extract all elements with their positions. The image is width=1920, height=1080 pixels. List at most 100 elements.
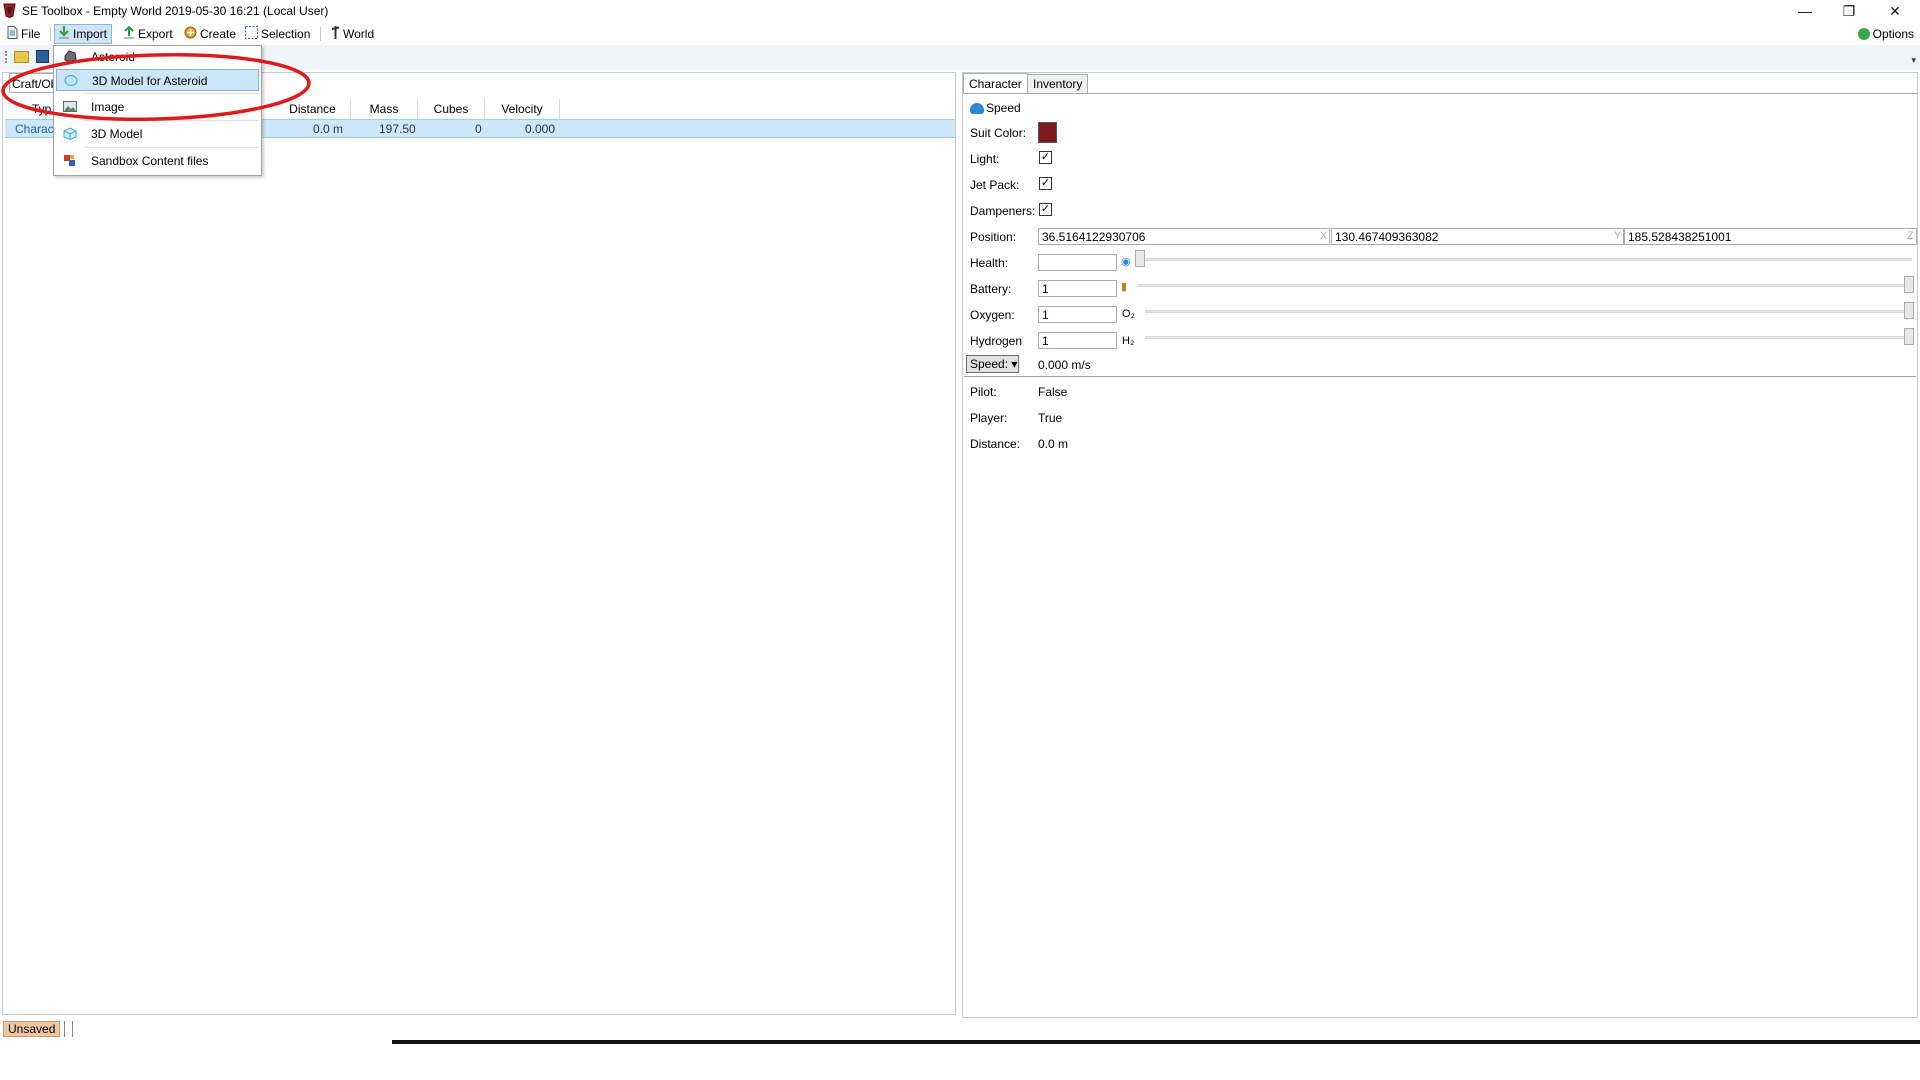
position-z-field[interactable]: 185.528438251001	[1624, 228, 1917, 245]
selection-icon	[245, 26, 258, 42]
status-bar: Unsaved	[0, 1018, 1920, 1040]
options-button[interactable]: Options	[1857, 25, 1914, 43]
status-separator	[72, 1021, 73, 1037]
divider	[964, 376, 1916, 377]
toolbar-overflow-icon[interactable]: ▾	[1911, 55, 1916, 66]
menu-separator	[84, 147, 259, 148]
menu-file-label: File	[21, 27, 41, 41]
hydrogen-slider-thumb[interactable]	[1904, 328, 1914, 345]
dampeners-label: Dampeners:	[970, 204, 1036, 218]
player-label: Player:	[970, 411, 1008, 425]
player-value: True	[1038, 411, 1063, 425]
speed-header: Speed	[970, 101, 1021, 115]
sandbox-icon	[64, 155, 75, 166]
suit-color-swatch[interactable]	[1038, 122, 1057, 143]
app-logo-icon	[3, 3, 16, 18]
cell-velocity: 0.000	[525, 122, 556, 136]
cube-icon	[63, 127, 77, 140]
create-icon	[184, 26, 197, 42]
unsaved-status-badge: Unsaved	[3, 1021, 61, 1037]
menu-world[interactable]: World	[328, 24, 378, 44]
column-header-velocity[interactable]: Velocity	[485, 99, 560, 119]
menu-selection-label: Selection	[261, 27, 311, 41]
battery-slider-track[interactable]	[1138, 284, 1913, 287]
cell-mass: 197.50	[379, 122, 416, 136]
hydrogen-unit: H₂	[1122, 335, 1135, 347]
health-label: Health:	[970, 256, 1009, 270]
window-title: SE Toolbox - Empty World 2019-05-30 16:2…	[22, 4, 329, 18]
light-label: Light:	[970, 152, 1000, 166]
column-header-mass[interactable]: Mass	[351, 99, 418, 119]
minimize-button[interactable]: —	[1782, 0, 1828, 22]
health-icon: ◉	[1121, 256, 1131, 268]
object-list-panel: Craft/Ob Typ Distance Mass Cubes Velocit…	[2, 72, 956, 1015]
menu-item-3d-model[interactable]: 3D Model	[56, 123, 259, 145]
jetpack-label: Jet Pack:	[970, 178, 1020, 192]
position-z-tag: Z	[1907, 230, 1914, 242]
file-icon	[7, 26, 18, 42]
position-x-field[interactable]: 36.5164122930706	[1038, 228, 1330, 245]
menu-create-label: Create	[200, 27, 237, 41]
properties-panel	[962, 72, 1918, 1018]
menu-export-label: Export	[138, 27, 173, 41]
red-highlight-annotation	[1, 53, 311, 121]
health-slider-track[interactable]	[1135, 258, 1912, 261]
menu-export[interactable]: Export	[120, 24, 177, 44]
position-label: Position:	[970, 230, 1017, 244]
options-label: Options	[1872, 27, 1914, 41]
battery-icon: ▮	[1121, 281, 1128, 293]
suit-color-label: Suit Color:	[970, 126, 1027, 140]
hydrogen-slider-track[interactable]	[1145, 336, 1913, 339]
oxygen-slider-thumb[interactable]	[1904, 302, 1914, 319]
pilot-label: Pilot:	[970, 385, 997, 399]
battery-field[interactable]: 1	[1038, 280, 1117, 297]
distance-value: 0.0 m	[1038, 437, 1069, 451]
menu-separator	[50, 27, 51, 41]
oxygen-label: Oxygen:	[970, 308, 1015, 322]
position-y-tag: Y	[1614, 230, 1622, 242]
dampeners-checkbox[interactable]: ✓	[1039, 203, 1052, 216]
title-bar: SE Toolbox - Empty World 2019-05-30 16:2…	[0, 0, 1920, 22]
menu-create[interactable]: Create	[181, 24, 240, 44]
menu-world-label: World	[343, 27, 375, 41]
position-x-tag: X	[1320, 230, 1328, 242]
distance-label: Distance:	[970, 437, 1021, 451]
menu-import-label: Import	[73, 27, 108, 41]
speed-icon	[970, 102, 984, 114]
menu-item-sandbox-content-files[interactable]: Sandbox Content files	[56, 150, 259, 172]
hydrogen-label: Hydrogen	[970, 334, 1023, 348]
health-field[interactable]	[1038, 254, 1117, 271]
menu-separator	[320, 27, 321, 41]
speed-dropdown-button[interactable]: Speed: ▾	[966, 355, 1019, 373]
battery-slider-thumb[interactable]	[1904, 276, 1914, 293]
light-checkbox[interactable]: ✓	[1039, 151, 1052, 164]
jetpack-checkbox[interactable]: ✓	[1039, 177, 1052, 190]
hydrogen-field[interactable]: 1	[1038, 332, 1117, 349]
menu-item-sandbox-content-files-label: Sandbox Content files	[91, 154, 209, 168]
tab-divider	[963, 93, 1918, 94]
tab-character[interactable]: Character	[963, 73, 1028, 94]
menu-selection[interactable]: Selection	[242, 24, 314, 44]
menu-file[interactable]: File	[4, 24, 44, 44]
taskbar-edge	[392, 1040, 1920, 1044]
oxygen-unit: O₂	[1122, 308, 1135, 320]
oxygen-slider-track[interactable]	[1145, 310, 1913, 313]
menu-import[interactable]: Import	[54, 24, 113, 44]
menu-bar: File Import Export Create Selection Worl…	[0, 22, 1920, 45]
position-y-field[interactable]: 130.467409363082	[1331, 228, 1624, 245]
menu-item-3d-model-label: 3D Model	[91, 127, 143, 141]
tab-inventory[interactable]: Inventory	[1027, 74, 1089, 94]
speed-header-label: Speed	[986, 101, 1021, 115]
health-slider-thumb[interactable]	[1135, 250, 1145, 267]
cell-cubes: 0	[475, 122, 482, 136]
close-button[interactable]: ✕	[1872, 0, 1918, 22]
status-separator	[64, 1021, 65, 1037]
oxygen-field[interactable]: 1	[1038, 306, 1117, 323]
pilot-value: False	[1038, 385, 1068, 399]
column-header-cubes[interactable]: Cubes	[418, 99, 485, 119]
battery-label: Battery:	[970, 282, 1012, 296]
help-icon	[1857, 28, 1870, 40]
speed-value: 0.000 m/s	[1038, 358, 1091, 372]
world-icon	[331, 26, 340, 42]
maximize-button[interactable]: ❐	[1826, 0, 1872, 22]
